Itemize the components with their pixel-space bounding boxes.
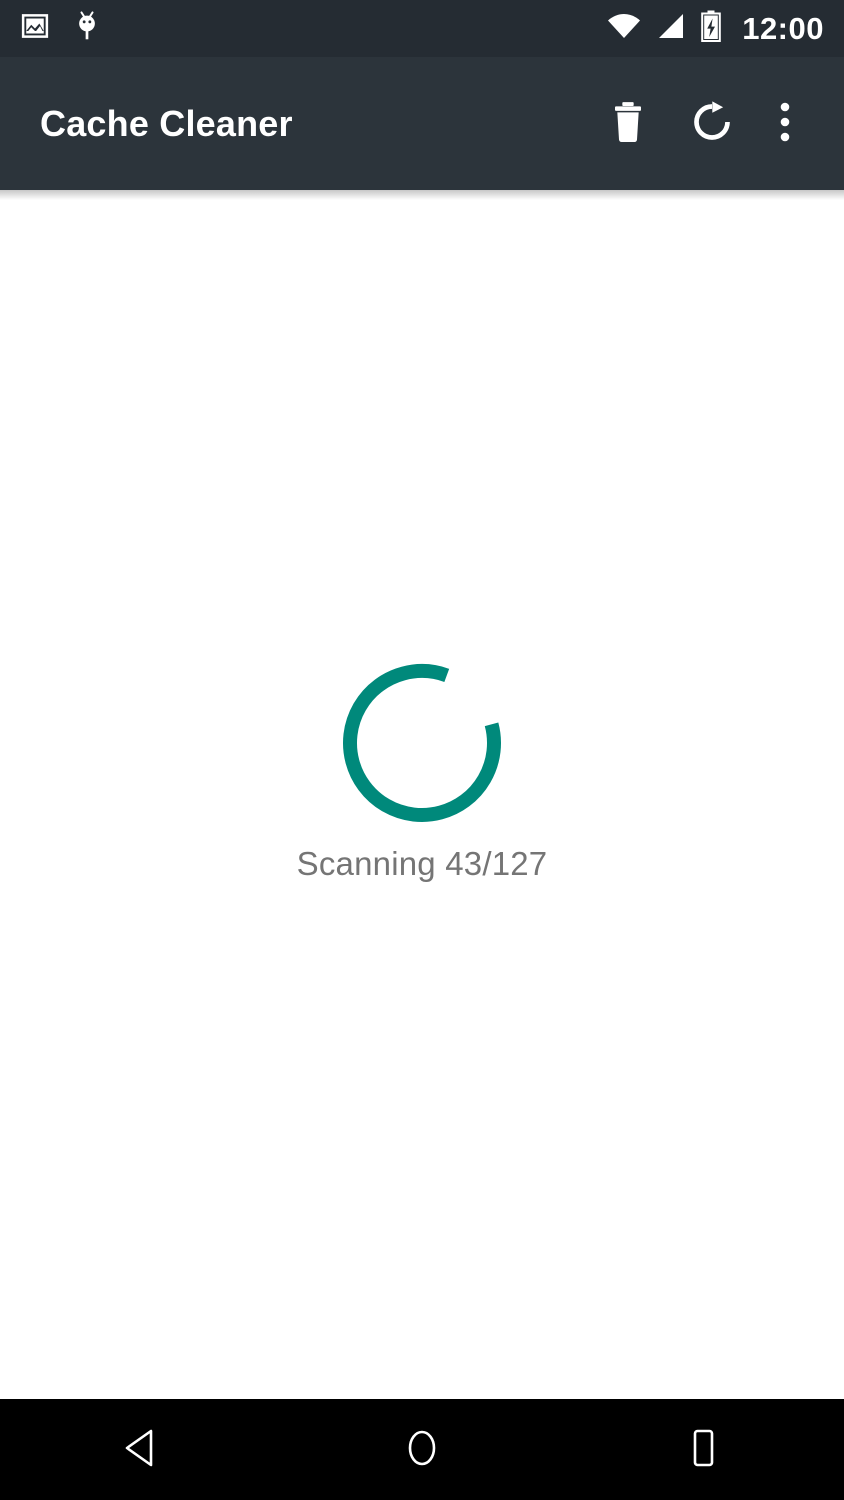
app-bar: Cache Cleaner <box>0 57 844 190</box>
back-triangle-icon <box>122 1427 160 1472</box>
android-debug-icon <box>72 10 102 47</box>
scan-progress-block: Scanning 43/127 <box>297 659 548 883</box>
cellular-signal-icon <box>656 11 686 46</box>
overflow-menu-button[interactable] <box>754 82 816 166</box>
battery-charging-icon <box>700 10 722 47</box>
status-bar-clock: 12:00 <box>742 11 824 46</box>
device-screen: 12:00 Cache Cleaner Scanning 43/127 <box>0 0 844 1500</box>
delete-button[interactable] <box>586 82 670 166</box>
wifi-icon <box>606 11 642 46</box>
home-circle-icon <box>403 1426 441 1473</box>
nav-back-button[interactable] <box>0 1399 281 1500</box>
refresh-button[interactable] <box>670 82 754 166</box>
main-content: Scanning 43/127 <box>0 190 844 1399</box>
trash-icon <box>608 100 648 147</box>
status-bar-right-icons: 12:00 <box>606 10 824 47</box>
status-bar: 12:00 <box>0 0 844 57</box>
screenshot-image-icon <box>20 11 50 46</box>
circular-progress-spinner <box>338 659 506 827</box>
refresh-icon <box>691 101 733 146</box>
nav-home-button[interactable] <box>281 1399 562 1500</box>
scan-progress-label: Scanning 43/127 <box>296 844 548 882</box>
status-bar-left-icons <box>20 10 102 47</box>
recents-square-icon <box>686 1426 720 1473</box>
page-title: Cache Cleaner <box>40 102 293 144</box>
system-navigation-bar <box>0 1399 844 1500</box>
nav-recents-button[interactable] <box>563 1399 844 1500</box>
more-vert-icon <box>779 100 791 147</box>
app-bar-actions <box>586 82 816 166</box>
